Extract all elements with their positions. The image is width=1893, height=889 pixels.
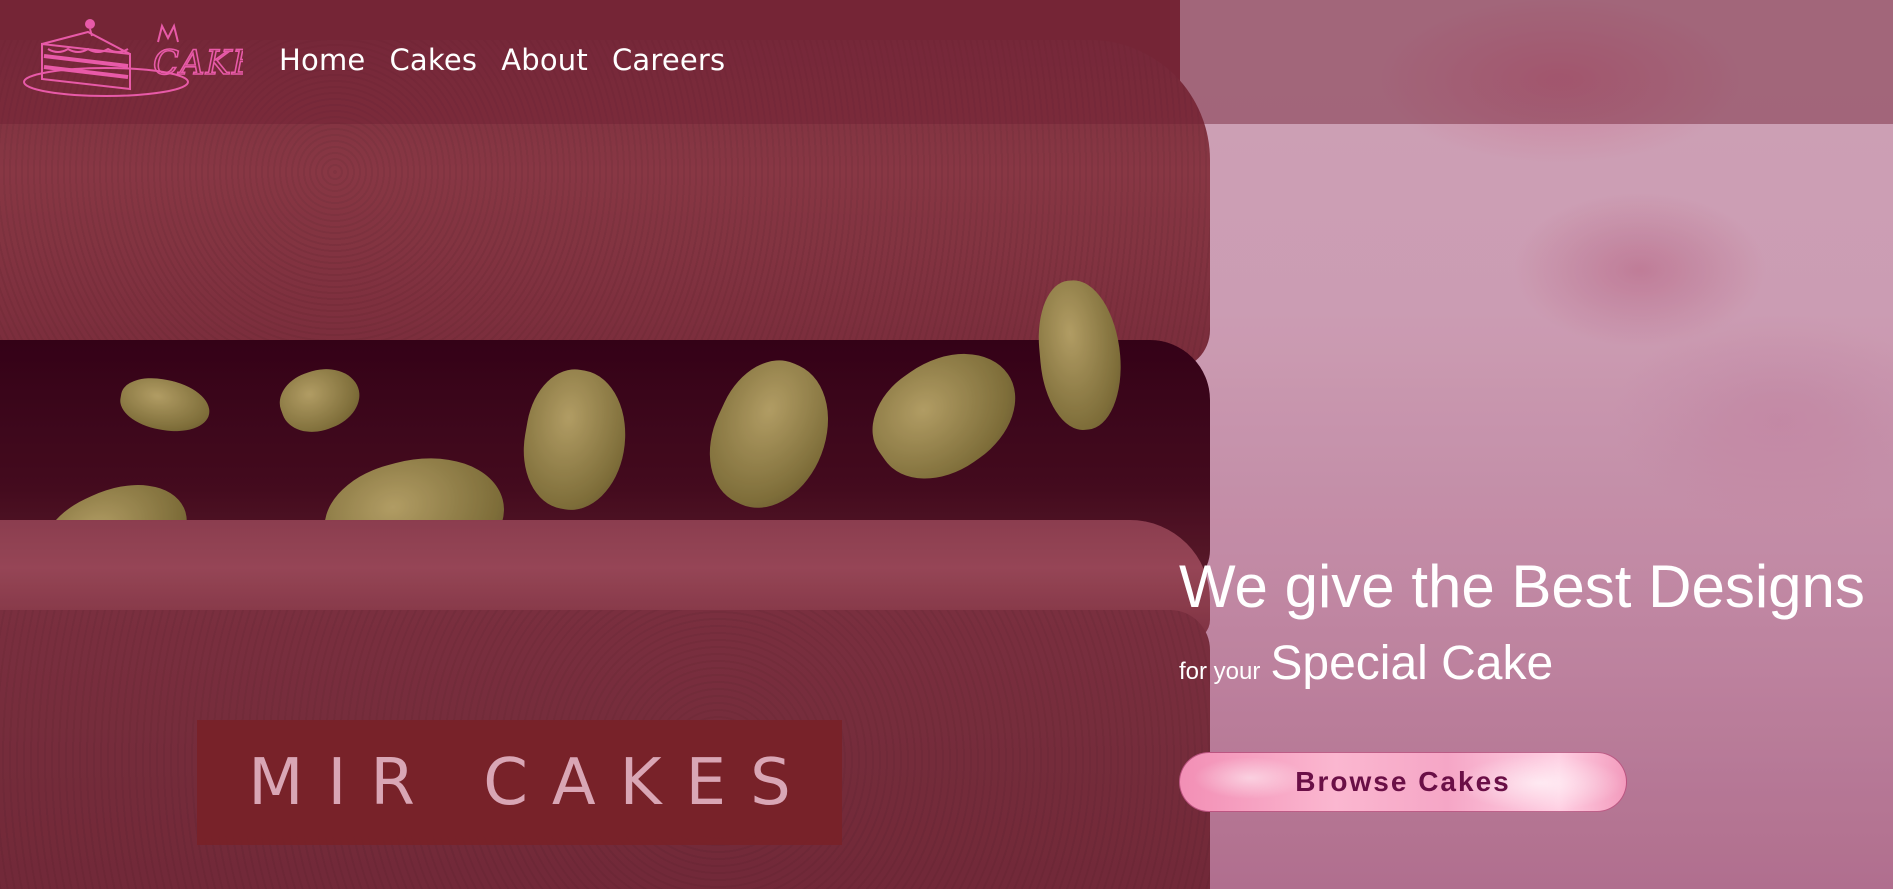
- nav-careers[interactable]: Careers: [612, 42, 725, 78]
- hero-headline: We give the Best Designs: [1179, 553, 1865, 620]
- cake-slice-icon: CAKES: [23, 19, 282, 97]
- main-nav: Home Cakes About Careers: [279, 42, 725, 78]
- nav-cakes[interactable]: Cakes: [389, 42, 477, 78]
- svg-text:CAKES: CAKES: [153, 43, 243, 83]
- site-header: CAKES Home Cakes About Careers: [0, 0, 1893, 124]
- brand-box: MIR CAKES: [197, 720, 842, 845]
- brand-title: MIR CAKES: [248, 745, 815, 820]
- logo[interactable]: CAKES: [18, 14, 282, 104]
- hero-sub-big: Special Cake: [1270, 637, 1554, 690]
- hero-sub-small: for your: [1179, 658, 1261, 685]
- browse-cakes-label: Browse Cakes: [1295, 766, 1511, 797]
- browse-cakes-button[interactable]: Browse Cakes: [1179, 752, 1627, 812]
- hero-subheadline: for your Special Cake: [1179, 636, 1553, 691]
- nav-home[interactable]: Home: [279, 42, 365, 78]
- nav-about[interactable]: About: [501, 42, 588, 78]
